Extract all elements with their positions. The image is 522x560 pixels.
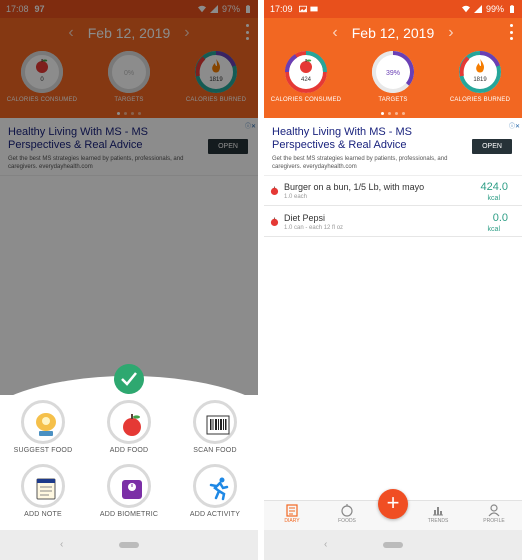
nav-profile-label: PROFILE xyxy=(483,518,505,524)
mail-notification-icon xyxy=(309,6,318,12)
right-screen: 17:09 99% ‹ Feb 12, 2019 › 424 CALORIES … xyxy=(264,0,522,560)
nav-trends[interactable]: TRENDS xyxy=(416,503,460,524)
nav-foods-label: FOODS xyxy=(338,518,356,524)
system-back-icon[interactable]: ‹ xyxy=(324,539,327,550)
page-indicator xyxy=(264,112,522,115)
targets-value: 39% xyxy=(386,70,400,77)
summary-rings: 424 CALORIES CONSUMED 39% TARGETS 1819 C… xyxy=(264,48,522,108)
add-note-button[interactable]: ADD NOTE xyxy=(8,464,78,518)
nav-foods[interactable]: FOODS xyxy=(325,503,369,524)
checkmark-icon xyxy=(121,372,137,386)
trends-icon xyxy=(433,507,443,516)
runner-icon xyxy=(209,477,229,501)
food-serving: 1.0 each xyxy=(284,194,308,200)
system-home-icon[interactable] xyxy=(383,542,403,548)
add-activity-label: ADD ACTIVITY xyxy=(189,511,241,518)
barcode-icon xyxy=(206,415,230,435)
calories-burned-ring[interactable]: 1819 CALORIES BURNED xyxy=(440,48,520,103)
nav-trends-label: TRENDS xyxy=(427,518,449,524)
calories-burned-value: 1819 xyxy=(473,77,487,83)
targets-label: TARGETS xyxy=(378,97,408,103)
left-screen: 17:08 97 97% ‹ Feb 12, 2019 › 0 CALORIES… xyxy=(0,0,258,560)
profile-icon xyxy=(488,504,500,517)
nav-diary[interactable]: DIARY xyxy=(270,503,314,524)
diary-header: ‹ Feb 12, 2019 › 424 CALORIES CONSUMED 3… xyxy=(264,18,522,118)
apple-icon xyxy=(270,186,279,195)
food-calorie-unit: kcal xyxy=(487,195,500,202)
ad-banner[interactable]: ⓘ✕ Healthy Living With MS - MS Perspecti… xyxy=(264,120,522,176)
calories-consumed-ring[interactable]: 424 CALORIES CONSUMED xyxy=(266,48,346,103)
add-button[interactable]: + xyxy=(378,489,408,519)
add-activity-button[interactable]: ADD ACTIVITY xyxy=(180,464,250,518)
calories-consumed-value: 424 xyxy=(301,77,312,83)
add-biometric-label: ADD BIOMETRIC xyxy=(99,511,159,518)
status-bar: 17:09 99% xyxy=(264,0,522,18)
next-day-button[interactable]: › xyxy=(448,24,453,42)
current-date[interactable]: Feb 12, 2019 xyxy=(352,25,435,41)
food-name: Burger on a bun, 1/5 Lb, with mayo xyxy=(284,182,425,192)
system-nav-bar: ‹ xyxy=(0,530,258,560)
diary-icon xyxy=(286,504,298,517)
suggest-food-label: SUGGEST FOOD xyxy=(13,447,73,454)
food-calories: 0.0 xyxy=(492,212,508,224)
ad-description: Get the best MS strategies learned by pa… xyxy=(272,156,448,170)
status-time: 17:09 xyxy=(270,4,293,14)
note-icon xyxy=(36,478,56,500)
ad-title[interactable]: Healthy Living With MS - MS Perspectives… xyxy=(272,126,457,152)
overflow-menu-icon[interactable] xyxy=(508,24,514,40)
apple-icon xyxy=(123,414,141,436)
scale-icon xyxy=(122,480,142,499)
scan-food-button[interactable]: SCAN FOOD xyxy=(180,400,250,454)
calories-consumed-label: CALORIES CONSUMED xyxy=(270,97,342,103)
food-calorie-unit: kcal xyxy=(487,226,500,233)
apple-icon xyxy=(270,217,279,226)
battery-percent: 99% xyxy=(485,4,504,14)
suggest-food-button[interactable]: SUGGEST FOOD xyxy=(8,400,78,454)
scan-food-label: SCAN FOOD xyxy=(193,447,237,454)
add-note-label: ADD NOTE xyxy=(24,511,62,518)
image-notification-icon xyxy=(298,5,307,13)
nav-diary-label: DIARY xyxy=(284,518,300,524)
ad-choices-icon[interactable]: ⓘ✕ xyxy=(509,121,520,130)
food-name: Diet Pepsi xyxy=(284,213,326,223)
battery-icon xyxy=(510,5,514,13)
apple-outline-icon xyxy=(341,504,353,517)
food-entry[interactable]: Burger on a bun, 1/5 Lb, with mayo 1.0 e… xyxy=(264,176,522,206)
bottom-navigation: DIARY FOODS + TRENDS PROFILE xyxy=(264,489,522,530)
wifi-icon xyxy=(461,5,470,13)
date-navigator: ‹ Feb 12, 2019 › xyxy=(264,22,522,44)
ad-open-button[interactable]: OPEN xyxy=(472,139,512,154)
system-back-icon[interactable]: ‹ xyxy=(60,539,63,550)
food-serving: 1.0 can - each 12 fl oz xyxy=(284,225,344,231)
signal-icon xyxy=(473,5,482,13)
food-calories: 424.0 xyxy=(480,181,508,193)
add-food-button[interactable]: ADD FOOD xyxy=(94,400,164,454)
prev-day-button[interactable]: ‹ xyxy=(332,24,337,42)
close-sheet-button[interactable] xyxy=(114,364,144,394)
system-nav-bar: ‹ xyxy=(264,530,522,560)
add-biometric-button[interactable]: ADD BIOMETRIC xyxy=(94,464,164,518)
targets-ring[interactable]: 39% TARGETS xyxy=(353,48,433,103)
suggest-food-icon xyxy=(36,413,56,436)
system-home-icon[interactable] xyxy=(119,542,139,548)
add-food-label: ADD FOOD xyxy=(109,447,149,454)
food-entry[interactable]: Diet Pepsi 1.0 can - each 12 fl oz 0.0 k… xyxy=(264,207,522,237)
nav-profile[interactable]: PROFILE xyxy=(472,503,516,524)
calories-burned-label: CALORIES BURNED xyxy=(449,97,511,103)
